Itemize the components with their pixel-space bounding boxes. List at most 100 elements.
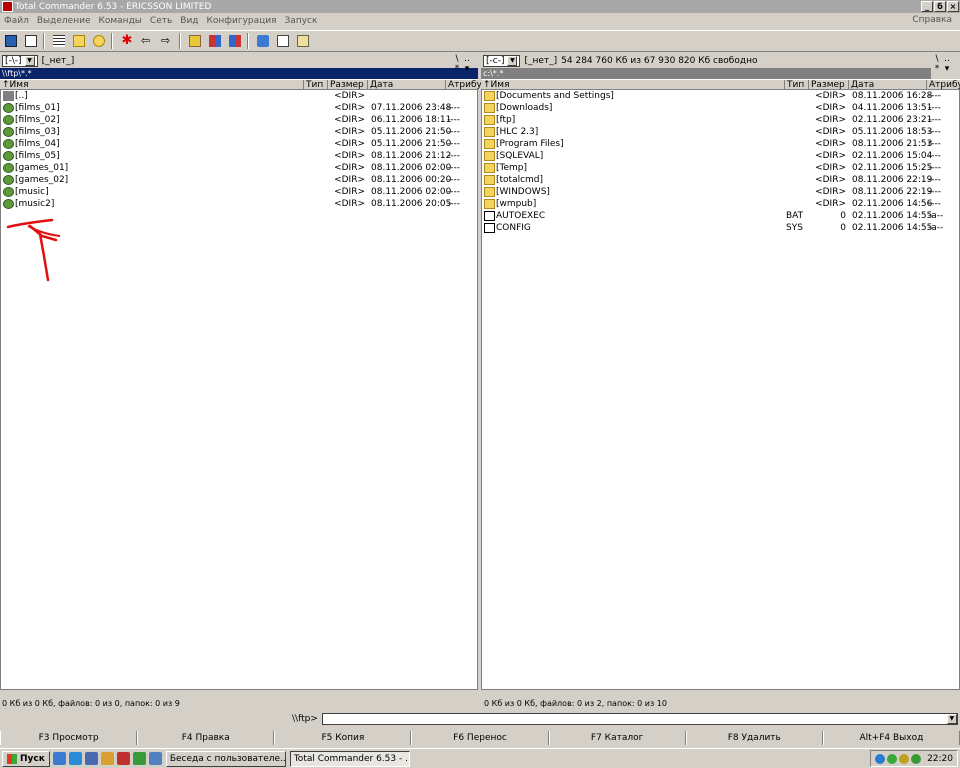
file-row[interactable]: [films_05] <DIR> 08.11.2006 21:12 ----: [1, 150, 477, 162]
left-file-list[interactable]: [..] <DIR> [films_01] <DIR> 07.11.2006 23:48…: [0, 90, 478, 690]
opera-icon[interactable]: [116, 752, 130, 765]
cmdline-input[interactable]: ▼: [321, 713, 958, 725]
restore-button[interactable]: б: [934, 1, 946, 12]
desktop-icon[interactable]: [52, 752, 66, 765]
ie-icon[interactable]: [68, 752, 82, 765]
file-row[interactable]: [totalcmd] <DIR> 08.11.2006 22:19 ----: [482, 174, 959, 186]
f4-edit-button[interactable]: F4 Правка: [137, 731, 275, 745]
left-path[interactable]: \\ftp\*.*: [0, 68, 478, 79]
tray-app-icon[interactable]: [911, 753, 922, 764]
close-button[interactable]: ×: [947, 1, 959, 12]
file-row[interactable]: [music] <DIR> 08.11.2006 02:00 ----: [1, 186, 477, 198]
file-row[interactable]: [SQLEVAL] <DIR> 02.11.2006 15:04 ----: [482, 150, 959, 162]
task-total-commander[interactable]: Total Commander 6.53 - ...: [289, 750, 410, 767]
unpack-icon[interactable]: [226, 32, 244, 50]
archive-icon[interactable]: [186, 32, 204, 50]
f6-move-button[interactable]: F6 Перенос: [411, 731, 549, 745]
file-row[interactable]: [films_04] <DIR> 05.11.2006 21:50 ----: [1, 138, 477, 150]
menu-file[interactable]: Файл: [4, 16, 29, 26]
tray-volume-icon[interactable]: [899, 753, 910, 764]
file-row[interactable]: [Downloads] <DIR> 04.11.2006 13:51 ----: [482, 102, 959, 114]
ftp-icon[interactable]: [254, 32, 272, 50]
root-button[interactable]: \: [452, 54, 462, 64]
back-icon[interactable]: ⇦: [138, 32, 156, 50]
pack-icon[interactable]: [206, 32, 224, 50]
col-name[interactable]: ↑Имя: [0, 80, 304, 90]
up-button[interactable]: ..: [942, 54, 952, 64]
right-drive-select[interactable]: [-c-] ▼: [483, 55, 521, 67]
col-date[interactable]: Дата: [849, 80, 927, 90]
notepad-icon[interactable]: [274, 32, 292, 50]
chevron-down-icon[interactable]: ▼: [507, 56, 518, 66]
f3-view-button[interactable]: F3 Просмотр: [0, 731, 138, 745]
col-type[interactable]: Тип: [785, 80, 809, 90]
menu-commands[interactable]: Команды: [98, 16, 141, 26]
col-size[interactable]: Размер: [809, 80, 849, 90]
tree-icon[interactable]: [70, 32, 88, 50]
file-row[interactable]: AUTOEXEC BAT 0 02.11.2006 14:55 -a--: [482, 210, 959, 222]
altf4-exit-button[interactable]: Alt+F4 Выход: [822, 731, 960, 745]
windows-logo-icon: [7, 753, 17, 764]
edit-icon[interactable]: [294, 32, 312, 50]
file-attr: ----: [447, 187, 460, 197]
history-dropdown[interactable]: ▾: [942, 64, 952, 74]
menu-configuration[interactable]: Конфигурация: [207, 16, 277, 26]
file-row[interactable]: [films_01] <DIR> 07.11.2006 23:48 ----: [1, 102, 477, 114]
menu-net[interactable]: Сеть: [150, 16, 172, 26]
task-chat[interactable]: Беседа с пользователе...: [165, 750, 286, 767]
history-dropdown[interactable]: ▾: [462, 64, 472, 74]
menu-view[interactable]: Вид: [180, 16, 198, 26]
file-row[interactable]: [Temp] <DIR> 02.11.2006 15:25 ----: [482, 162, 959, 174]
minimize-button[interactable]: _: [921, 1, 933, 12]
col-attr[interactable]: Атрибу: [446, 80, 482, 90]
file-row[interactable]: [films_03] <DIR> 05.11.2006 21:50 ----: [1, 126, 477, 138]
app-icon[interactable]: [2, 1, 13, 12]
file-row[interactable]: [ftp] <DIR> 02.11.2006 23:21 ----: [482, 114, 959, 126]
file-row[interactable]: [..] <DIR>: [1, 90, 477, 102]
chevron-down-icon[interactable]: ▼: [946, 714, 957, 724]
left-drive-select[interactable]: [-\-] ▼: [2, 55, 38, 67]
file-row[interactable]: [films_02] <DIR> 06.11.2006 18:11 ----: [1, 114, 477, 126]
icq-icon[interactable]: [132, 752, 146, 765]
menu-help[interactable]: Справка: [912, 15, 952, 25]
file-row[interactable]: [HLC 2.3] <DIR> 05.11.2006 18:53 ----: [482, 126, 959, 138]
star-button[interactable]: *: [932, 64, 942, 74]
star-icon[interactable]: ✱: [118, 32, 136, 50]
refresh-icon[interactable]: [2, 32, 20, 50]
col-date[interactable]: Дата: [368, 80, 446, 90]
file-row[interactable]: [music2] <DIR> 08.11.2006 20:05 ----: [1, 198, 477, 210]
file-row[interactable]: [games_01] <DIR> 08.11.2006 02:00 ----: [1, 162, 477, 174]
outlook-icon[interactable]: [84, 752, 98, 765]
root-button[interactable]: \: [932, 54, 942, 64]
right-path[interactable]: c:\*.*: [481, 68, 931, 79]
f8-delete-button[interactable]: F8 Удалить: [685, 731, 823, 745]
sort-icon[interactable]: [90, 32, 108, 50]
app-icon[interactable]: [100, 752, 114, 765]
f7-mkdir-button[interactable]: F7 Каталог: [548, 731, 686, 745]
up-button[interactable]: ..: [462, 54, 472, 64]
menu-start[interactable]: Запуск: [285, 16, 318, 26]
chevron-down-icon[interactable]: ▼: [24, 56, 35, 66]
file-row[interactable]: [Program Files] <DIR> 08.11.2006 21:53 r---: [482, 138, 959, 150]
col-type[interactable]: Тип: [304, 80, 328, 90]
tray-icq-icon[interactable]: [887, 753, 898, 764]
file-row[interactable]: [games_02] <DIR> 08.11.2006 00:20 ----: [1, 174, 477, 186]
tray-network-icon[interactable]: [875, 753, 886, 764]
file-row[interactable]: [WINDOWS] <DIR> 08.11.2006 22:19 ----: [482, 186, 959, 198]
right-file-list[interactable]: [Documents and Settings] <DIR> 08.11.2006 …: [481, 90, 960, 690]
brief-icon[interactable]: [50, 32, 68, 50]
file-row[interactable]: [wmpub] <DIR> 02.11.2006 14:56 ----: [482, 198, 959, 210]
network-icon[interactable]: [148, 752, 162, 765]
col-size[interactable]: Размер: [328, 80, 368, 90]
menu-select[interactable]: Выделение: [37, 16, 91, 26]
file-row[interactable]: [Documents and Settings] <DIR> 08.11.2006 …: [482, 90, 959, 102]
col-name[interactable]: ↑Имя: [481, 80, 785, 90]
forward-icon[interactable]: ⇨: [158, 32, 176, 50]
star-button[interactable]: *: [452, 64, 462, 74]
col-attr[interactable]: Атрибу: [927, 80, 960, 90]
view-icon[interactable]: [22, 32, 40, 50]
file-attr: ----: [928, 115, 941, 125]
start-button[interactable]: Пуск: [2, 750, 50, 767]
f5-copy-button[interactable]: F5 Копия: [274, 731, 412, 745]
file-row[interactable]: CONFIG SYS 0 02.11.2006 14:55 -a--: [482, 222, 959, 234]
